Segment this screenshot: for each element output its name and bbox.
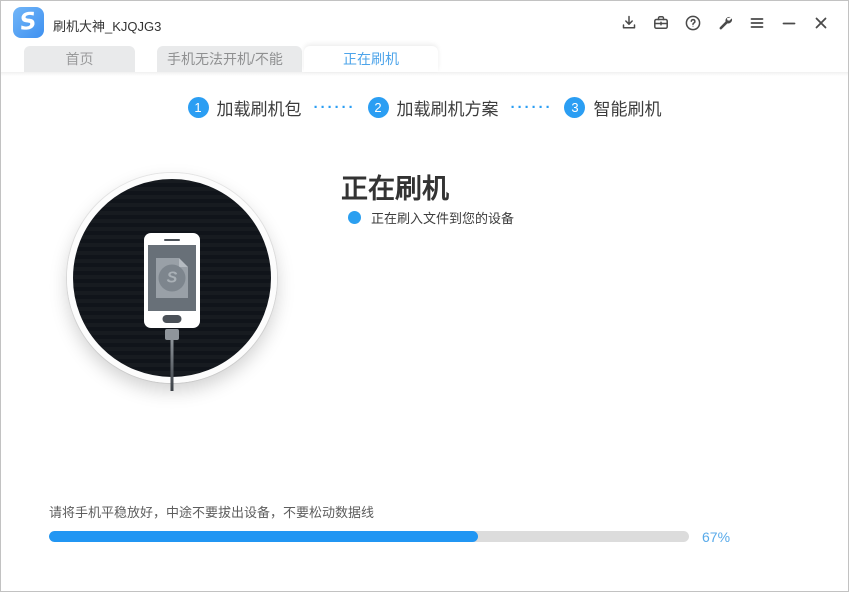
- status-dot-icon: [348, 211, 361, 224]
- phone-home-button: [163, 315, 182, 323]
- wrench-icon[interactable]: [716, 14, 734, 32]
- download-icon[interactable]: [620, 14, 638, 32]
- step-separator-1: ······: [314, 99, 356, 116]
- help-icon[interactable]: [684, 14, 702, 32]
- phone-screen: S: [148, 245, 196, 311]
- progress-bar: [49, 531, 689, 542]
- tab-phone-cannot-boot[interactable]: 手机无法开机/不能: [157, 46, 302, 72]
- close-icon[interactable]: [812, 14, 830, 32]
- file-s-emblem: S: [159, 265, 186, 292]
- titlebar: S 刷机大神_KJQJG3: [1, 1, 848, 45]
- phone-graphic: S: [144, 233, 200, 328]
- step-2-number: 2: [368, 97, 389, 118]
- caution-tip: 请将手机平稳放好，中途不要拔出设备，不要松动数据线: [49, 502, 374, 521]
- minimize-icon[interactable]: [780, 14, 798, 32]
- step-separator-2: ······: [511, 99, 553, 116]
- step-3: 3 智能刷机: [564, 95, 661, 120]
- firmware-file-icon: S: [156, 258, 188, 298]
- app-logo-s-glyph: S: [19, 10, 39, 35]
- phone-speaker: [164, 239, 180, 241]
- page-title: 正在刷机: [341, 167, 449, 206]
- menu-icon[interactable]: [748, 14, 766, 32]
- step-3-label: 智能刷机: [593, 95, 661, 120]
- app-logo: S: [13, 7, 44, 38]
- step-1-number: 1: [188, 97, 209, 118]
- step-2: 2 加载刷机方案: [368, 95, 499, 120]
- toolbox-icon[interactable]: [652, 14, 670, 32]
- step-indicator: 1 加载刷机包 ······ 2 加载刷机方案 ······ 3 智能刷机: [1, 94, 848, 120]
- step-1-label: 加载刷机包: [217, 95, 302, 120]
- progress-fill: [49, 531, 478, 542]
- step-3-number: 3: [564, 97, 585, 118]
- tabstrip-shadow: [1, 72, 848, 76]
- step-1: 1 加载刷机包: [188, 95, 302, 120]
- titlebar-icons: [620, 1, 830, 45]
- file-fold-corner: [179, 258, 188, 267]
- tab-flashing-active[interactable]: 正在刷机: [304, 46, 438, 72]
- step-2-label: 加载刷机方案: [397, 95, 499, 120]
- progress-percent: 67%: [702, 529, 730, 545]
- usb-cable-line: [171, 339, 174, 391]
- tab-home[interactable]: 首页: [24, 46, 135, 72]
- status-row: 正在刷入文件到您的设备: [348, 208, 514, 227]
- window-title: 刷机大神_KJQJG3: [53, 16, 161, 35]
- app-window: S 刷机大神_KJQJG3: [0, 0, 849, 592]
- tabstrip: 首页 手机无法开机/不能 正在刷机: [1, 46, 848, 72]
- flashing-illustration: S: [67, 173, 277, 383]
- status-text: 正在刷入文件到您的设备: [371, 208, 514, 227]
